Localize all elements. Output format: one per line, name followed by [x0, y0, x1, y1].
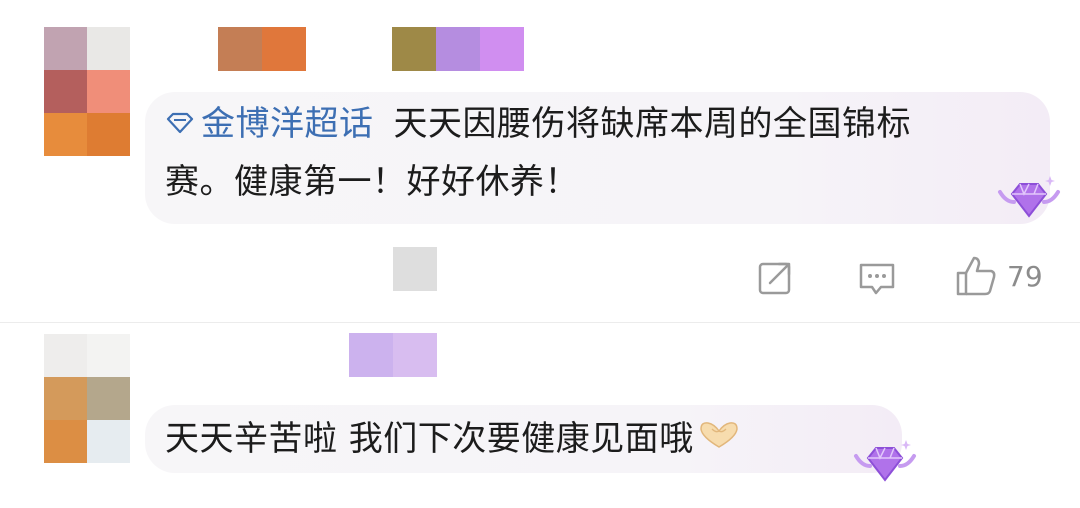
- like-count: 79: [1007, 259, 1043, 293]
- gem-badge-icon: [854, 440, 916, 482]
- topic-link[interactable]: 金博洋超话: [165, 104, 374, 144]
- blurred-element: [393, 247, 437, 291]
- diamond-icon: [166, 112, 194, 133]
- avatar[interactable]: [44, 27, 130, 156]
- divider: [0, 322, 1080, 323]
- gem-badge-icon: [998, 176, 1060, 218]
- avatar[interactable]: [44, 334, 130, 463]
- user-badge-mosaic: [392, 27, 524, 71]
- comment-button[interactable]: [857, 258, 897, 298]
- comment-text: 天天辛苦啦 我们下次要健康见面哦: [165, 410, 742, 468]
- comment-icon: [859, 263, 895, 295]
- thumbs-up-icon: [956, 256, 996, 296]
- comment-text-line1: 天天因腰伤将缺席本周的全国锦标: [393, 104, 911, 144]
- share-icon: [758, 262, 791, 295]
- username-mosaic[interactable]: [218, 27, 306, 71]
- username-mosaic[interactable]: [349, 333, 437, 377]
- topic-label: 金博洋超话: [201, 104, 374, 144]
- heart-hands-emoji: [696, 409, 742, 467]
- comment-text-line2: 赛。健康第一！好好休养！: [165, 162, 579, 202]
- share-button[interactable]: [757, 258, 795, 296]
- comment-text-content: 天天辛苦啦 我们下次要健康见面哦: [165, 419, 694, 459]
- like-button[interactable]: 79: [955, 254, 1043, 298]
- comment-text: 金博洋超话 天天因腰伤将缺席本周的全国锦标 赛。健康第一！好好休养！: [165, 95, 911, 211]
